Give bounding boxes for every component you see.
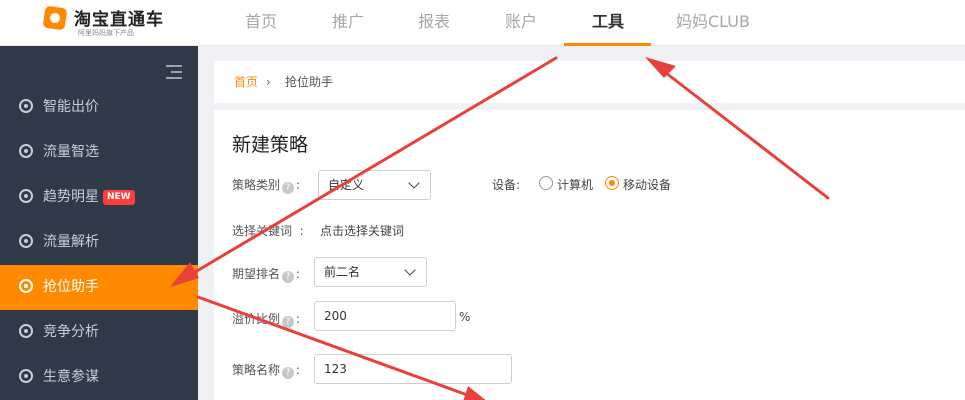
sidebar-item-label: 抢位助手	[43, 279, 99, 295]
nav-reports[interactable]: 报表	[409, 0, 459, 46]
strategy-name-label: 策略名称?:	[232, 363, 301, 379]
strategy-name-input[interactable]: 123	[314, 354, 512, 384]
rank-assistant-icon	[19, 279, 33, 293]
menu-collapse-icon[interactable]	[166, 65, 182, 79]
strategy-type-value: 自定义	[328, 178, 365, 192]
device-radio-computer[interactable]	[539, 176, 553, 190]
strategy-form: 新建策略 策略类别?: 自定义 设备: 计算机 移动设备 选择关键词 : 点击选…	[214, 110, 965, 400]
help-icon[interactable]: ?	[282, 182, 295, 194]
nav-account[interactable]: 账户	[496, 0, 546, 46]
strategy-type-label: 策略类别?:	[232, 178, 301, 194]
breadcrumb-home[interactable]: 首页	[234, 61, 258, 103]
business-advisor-icon	[19, 369, 33, 383]
breadcrumb: 首页 › 抢位助手	[214, 61, 965, 103]
sidebar-item-label: 流量解析	[43, 234, 99, 250]
nav-home[interactable]: 首页	[236, 0, 286, 46]
rank-label: 期望排名?:	[232, 267, 301, 283]
sidebar-item-business-advisor[interactable]: 生意参谋	[0, 355, 198, 400]
keyword-label: 选择关键词 :	[232, 224, 304, 238]
competition-icon	[19, 324, 33, 338]
smart-bid-icon	[19, 99, 33, 113]
premium-unit: %	[459, 310, 471, 324]
nav-active-indicator	[564, 43, 651, 46]
sidebar-item-label: 智能出价	[43, 99, 99, 115]
page-title: 新建策略	[232, 134, 309, 156]
logo-icon	[42, 5, 68, 31]
sidebar-item-label: 流量智选	[43, 144, 99, 160]
logo-subtitle: 阿里妈妈旗下产品	[78, 29, 134, 37]
top-navbar: 淘宝直通车 阿里妈妈旗下产品 首页 推广 报表 账户 工具 妈妈CLUB	[0, 0, 965, 46]
sidebar-item-traffic-select[interactable]: 流量智选	[0, 130, 198, 175]
rank-select[interactable]: 前二名	[314, 257, 427, 287]
device-option-mobile[interactable]: 移动设备	[623, 176, 671, 193]
rank-value: 前二名	[324, 265, 361, 279]
sidebar-item-trend-star[interactable]: 趋势明星 NEW	[0, 175, 198, 220]
sidebar-item-label: 趋势明星	[43, 189, 99, 205]
sidebar-item-competition[interactable]: 竞争分析	[0, 310, 198, 355]
premium-input[interactable]: 200	[314, 301, 456, 331]
sidebar-item-label: 生意参谋	[43, 369, 99, 385]
new-badge: NEW	[103, 190, 135, 205]
chevron-down-icon	[408, 177, 420, 189]
traffic-analysis-icon	[19, 234, 33, 248]
logo-title: 淘宝直通车	[74, 10, 164, 30]
nav-promotion[interactable]: 推广	[323, 0, 373, 46]
select-keyword-link[interactable]: 点击选择关键词	[320, 222, 404, 239]
chevron-down-icon	[404, 264, 416, 276]
breadcrumb-separator: ›	[266, 75, 271, 89]
sidebar-item-smart-bid[interactable]: 智能出价	[0, 85, 198, 130]
device-radio-mobile[interactable]	[605, 176, 619, 190]
sidebar-item-label: 竞争分析	[43, 324, 99, 340]
sidebar-item-rank-assistant[interactable]: 抢位助手	[0, 265, 198, 310]
strategy-type-select[interactable]: 自定义	[318, 170, 431, 200]
device-option-computer[interactable]: 计算机	[557, 176, 593, 193]
logo[interactable]: 淘宝直通车 阿里妈妈旗下产品	[42, 5, 214, 41]
help-icon[interactable]: ?	[282, 367, 295, 379]
traffic-select-icon	[19, 144, 33, 158]
nav-mama-club[interactable]: 妈妈CLUB	[670, 0, 756, 46]
trend-star-icon	[19, 189, 33, 203]
sidebar: 智能出价 流量智选 趋势明星 NEW 流量解析 抢位助手 竞争分析 生意参谋	[0, 46, 198, 400]
premium-label: 溢价比例?:	[232, 312, 301, 328]
premium-value: 200	[324, 309, 347, 323]
nav-tools[interactable]: 工具	[583, 0, 633, 46]
strategy-name-value: 123	[324, 362, 347, 376]
breadcrumb-current: 抢位助手	[285, 75, 334, 89]
device-label: 设备:	[492, 178, 521, 192]
sidebar-item-traffic-analysis[interactable]: 流量解析	[0, 220, 198, 265]
help-icon[interactable]: ?	[282, 271, 295, 283]
help-icon[interactable]: ?	[282, 316, 295, 328]
